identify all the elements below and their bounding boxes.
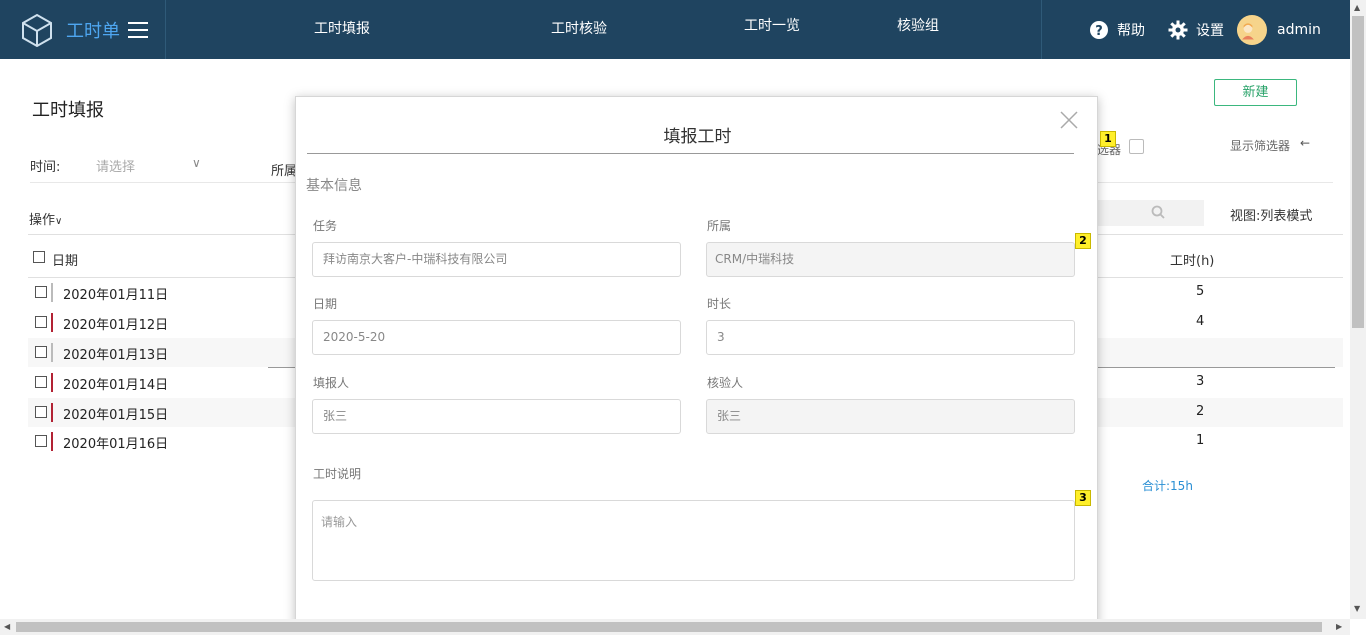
row-hours: 2 <box>1196 404 1205 419</box>
cube-logo-icon <box>22 13 52 47</box>
verifier-label: 核验人 <box>707 376 744 390</box>
help-icon: ? <box>1090 20 1108 39</box>
user-avatar-icon <box>1237 18 1259 41</box>
annotation-badge: 1 <box>1100 131 1116 147</box>
row-marker <box>51 283 53 302</box>
reporter-field[interactable]: 张三 <box>312 399 681 434</box>
new-button[interactable]: 新建 <box>1214 79 1297 106</box>
avatar <box>1237 14 1267 45</box>
vertical-scroll-thumb[interactable] <box>1352 16 1364 328</box>
settings-label: 设置 <box>1196 22 1224 39</box>
reporter-label: 填报人 <box>313 376 350 390</box>
brand: 工时单 <box>0 0 166 59</box>
scroll-left-icon[interactable]: ◀ <box>4 622 10 631</box>
horizontal-scrollbar[interactable]: ◀ ▶ <box>0 619 1350 635</box>
row-date: 2020年01月16日 <box>63 437 169 452</box>
row-checkbox[interactable] <box>35 316 47 328</box>
column-header-hours[interactable]: 工时(h) <box>1170 250 1214 269</box>
belong-field: CRM/中瑞科技 <box>706 242 1075 277</box>
scroll-up-icon[interactable]: ▲ <box>1354 3 1360 12</box>
arrow-left-icon[interactable]: ← <box>1300 136 1310 150</box>
filter-time-label: 时间: <box>30 160 61 175</box>
row-marker <box>51 313 53 332</box>
total-hours: 合计:15h <box>1142 479 1193 493</box>
nav-divider <box>1041 0 1042 59</box>
top-navbar: 工时单 工时填报 工时核验 工时一览 核验组 ? 帮助 设置 admin <box>0 0 1350 59</box>
row-marker <box>51 432 53 451</box>
nav-item-verify[interactable]: 工时核验 <box>551 0 607 59</box>
scroll-down-icon[interactable]: ▼ <box>1354 604 1360 613</box>
row-date: 2020年01月11日 <box>63 288 169 303</box>
filter-time-select[interactable]: 请选择 <box>96 156 206 175</box>
svg-text:?: ? <box>1095 24 1103 39</box>
task-field[interactable]: 拜访南京大客户-中瑞科技有限公司 <box>312 242 681 277</box>
dialog-title: 填报工时 <box>663 127 732 147</box>
row-checkbox[interactable] <box>35 346 47 358</box>
description-textarea[interactable]: 请输入 <box>312 500 1075 581</box>
annotation-badge: 3 <box>1075 490 1091 506</box>
row-checkbox[interactable] <box>35 286 47 298</box>
nav-item-fill[interactable]: 工时填报 <box>314 0 370 59</box>
ops-dropdown[interactable]: 操作∨ <box>29 209 62 228</box>
duration-label: 时长 <box>707 297 732 311</box>
help-label: 帮助 <box>1117 22 1145 39</box>
settings-button[interactable]: 设置 <box>1168 0 1224 59</box>
filter-belong-label: 所属 <box>271 164 298 179</box>
user-menu[interactable]: admin <box>1237 0 1321 59</box>
gear-icon <box>1168 20 1188 39</box>
ops-label: 操作 <box>29 213 56 228</box>
chevron-down-icon: ∨ <box>55 216 63 227</box>
dialog-divider <box>307 153 1074 154</box>
row-marker <box>51 373 53 392</box>
row-date: 2020年01月13日 <box>63 348 169 363</box>
date-label: 日期 <box>313 297 338 311</box>
row-marker <box>51 343 53 362</box>
row-hours: 3 <box>1196 374 1205 389</box>
horizontal-scroll-thumb[interactable] <box>16 622 1322 632</box>
view-mode-switch[interactable]: 视图:列表模式 <box>1230 205 1312 224</box>
row-hours: 4 <box>1196 314 1205 329</box>
description-label: 工时说明 <box>313 467 362 481</box>
row-date: 2020年01月14日 <box>63 378 169 393</box>
help-button[interactable]: ? 帮助 <box>1089 0 1145 59</box>
row-marker <box>51 403 53 422</box>
section-basic-info: 基本信息 <box>306 178 362 194</box>
nav-item-verify-group[interactable]: 核验组 <box>897 0 939 56</box>
vertical-scrollbar[interactable]: ▲ ▼ <box>1350 0 1366 619</box>
annotation-badge: 2 <box>1075 233 1091 249</box>
task-label: 任务 <box>313 219 338 233</box>
row-date: 2020年01月15日 <box>63 408 169 423</box>
row-date: 2020年01月12日 <box>63 318 169 333</box>
save-icon[interactable] <box>1129 139 1144 154</box>
menu-toggle-icon[interactable] <box>128 21 148 38</box>
page-title: 工时填报 <box>32 100 104 121</box>
fill-hours-dialog: 填报工时 基本信息 任务 拜访南京大客户-中瑞科技有限公司 所属 CRM/中瑞科… <box>295 96 1098 626</box>
duration-field[interactable]: 3 <box>706 320 1075 355</box>
row-hours: 5 <box>1196 284 1205 299</box>
chevron-down-icon[interactable]: ∨ <box>192 156 201 170</box>
row-checkbox[interactable] <box>35 406 47 418</box>
nav-item-overview[interactable]: 工时一览 <box>744 0 800 56</box>
scroll-right-icon[interactable]: ▶ <box>1336 622 1342 631</box>
show-filter-toggle[interactable]: 显示筛选器 <box>1230 137 1290 154</box>
username: admin <box>1277 21 1321 38</box>
select-all-checkbox[interactable] <box>33 251 45 263</box>
row-checkbox[interactable] <box>35 435 47 447</box>
close-icon[interactable] <box>1058 109 1080 131</box>
date-field[interactable]: 2020-5-20 <box>312 320 681 355</box>
row-checkbox[interactable] <box>35 376 47 388</box>
row-hours: 1 <box>1196 433 1205 448</box>
app-title: 工时单 <box>66 20 120 42</box>
column-header-date[interactable]: 日期 <box>52 250 78 269</box>
verifier-field: 张三 <box>706 399 1075 434</box>
search-icon[interactable] <box>1151 205 1165 219</box>
belong-label: 所属 <box>707 219 732 233</box>
